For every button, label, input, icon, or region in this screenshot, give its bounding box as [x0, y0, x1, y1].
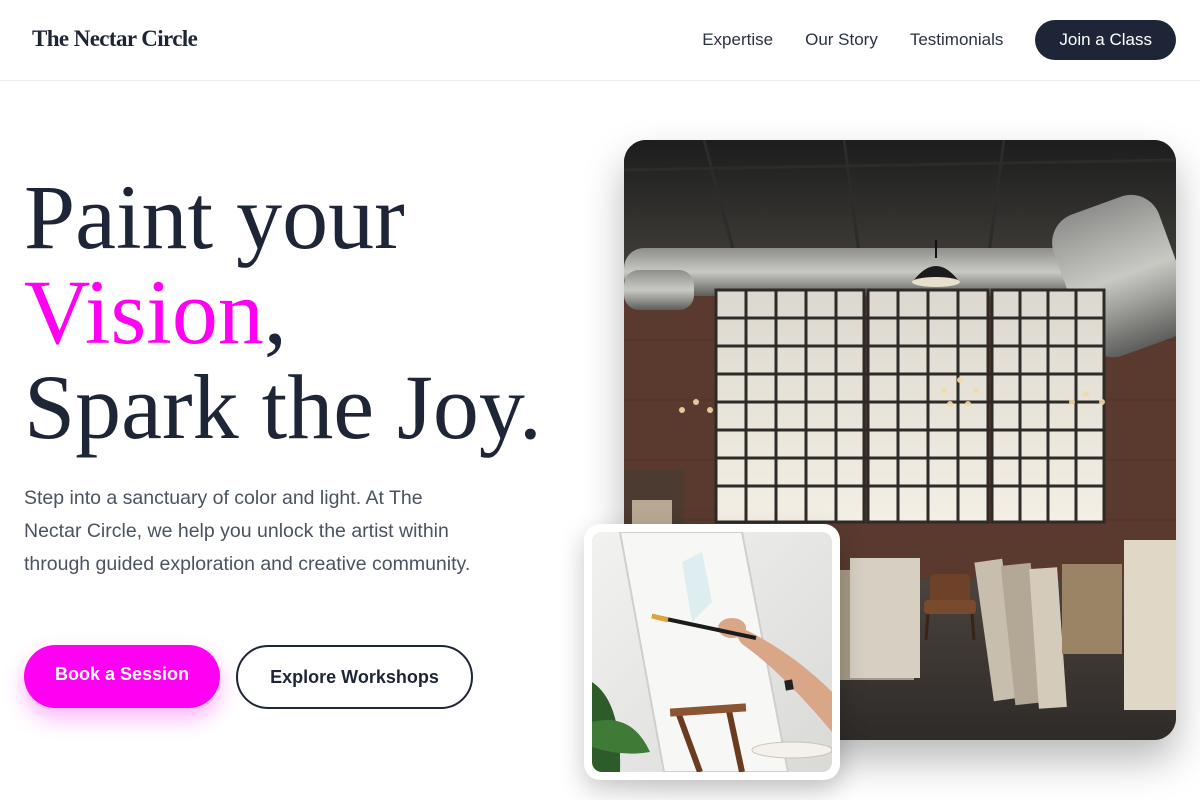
hero-title-comma: ,	[263, 261, 287, 363]
hero-title-line1: Paint your	[24, 166, 405, 268]
main-nav: Expertise Our Story Testimonials Join a …	[702, 20, 1176, 60]
hero-title: Paint your Vision, Spark the Joy.	[24, 170, 542, 455]
join-class-button[interactable]: Join a Class	[1035, 20, 1176, 60]
site-header: The Nectar Circle Expertise Our Story Te…	[0, 0, 1200, 81]
explore-workshops-button[interactable]: Explore Workshops	[236, 645, 473, 709]
artist-painting-image	[584, 524, 840, 780]
site-logo[interactable]: The Nectar Circle	[32, 26, 198, 52]
hero-title-line3: Spark the Joy.	[24, 356, 542, 458]
hero-description: Step into a sanctuary of color and light…	[24, 487, 471, 575]
hero-title-accent: Vision	[24, 261, 264, 363]
book-session-button[interactable]: Book a Session	[24, 645, 220, 708]
nav-link-expertise[interactable]: Expertise	[702, 20, 773, 60]
nav-link-our-story[interactable]: Our Story	[805, 20, 878, 60]
nav-link-testimonials[interactable]: Testimonials	[910, 20, 1004, 60]
